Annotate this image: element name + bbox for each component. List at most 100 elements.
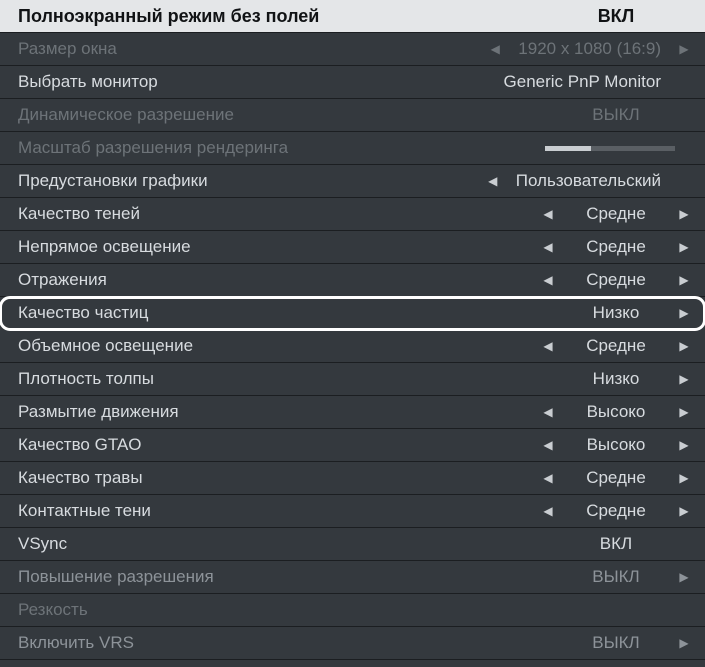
setting-value-area: ◀ Средне ▶ — [489, 237, 689, 257]
setting-value-area: ◀ Средне ▶ — [489, 468, 689, 488]
setting-label: Объемное освещение — [18, 336, 489, 356]
setting-label: Включить VRS — [18, 633, 489, 653]
setting-label: VSync — [18, 534, 489, 554]
setting-row-reflections[interactable]: Отражения ◀ Средне ▶ — [0, 264, 705, 297]
setting-row-crowd-density[interactable]: Плотность толпы◀Низко▶ — [0, 363, 705, 396]
chevron-left-icon[interactable]: ◀ — [543, 471, 553, 485]
chevron-left-icon[interactable]: ◀ — [490, 42, 500, 56]
setting-label: Масштаб разрешения рендеринга — [18, 138, 489, 158]
setting-value: ВЫКЛ — [571, 567, 661, 587]
setting-label: Качество GTAO — [18, 435, 489, 455]
setting-value: Высоко — [571, 402, 661, 422]
setting-value-area: ◀ Высоко ▶ — [489, 435, 689, 455]
setting-label: Плотность толпы — [18, 369, 489, 389]
chevron-right-icon[interactable]: ▶ — [679, 504, 689, 518]
setting-value: Низко — [571, 369, 661, 389]
setting-value-area: ◀ Средне ▶ — [489, 270, 689, 290]
setting-value-area: ◀Пользовательский▶ — [488, 171, 689, 191]
chevron-right-icon[interactable]: ▶ — [679, 240, 689, 254]
setting-value-area: ◀ Высоко ▶ — [489, 402, 689, 422]
setting-label: Контактные тени — [18, 501, 489, 521]
setting-label: Качество травы — [18, 468, 489, 488]
setting-value: 1920 x 1080 (16:9) — [518, 39, 661, 59]
setting-value-area: ◀ВЫКЛ▶ — [489, 633, 689, 653]
setting-value: ВКЛ — [571, 534, 661, 554]
setting-row-render-scale: Масштаб разрешения рендеринга — [0, 132, 705, 165]
setting-value-area: ◀ 1920 x 1080 (16:9) ▶ — [489, 39, 689, 59]
setting-value-area: ◀▶ — [489, 603, 689, 617]
setting-value: ВЫКЛ — [571, 105, 661, 125]
setting-value: Средне — [571, 336, 661, 356]
setting-row-borderless-fullscreen[interactable]: Полноэкранный режим без полей◀ВКЛ▶ — [0, 0, 705, 33]
chevron-right-icon[interactable]: ▶ — [679, 207, 689, 221]
setting-label: Полноэкранный режим без полей — [18, 6, 489, 27]
chevron-left-icon[interactable]: ◀ — [543, 207, 553, 221]
setting-label: Размытие движения — [18, 402, 489, 422]
setting-value-area: ◀ Средне ▶ — [489, 336, 689, 356]
setting-label: Размер окна — [18, 39, 489, 59]
setting-value: Средне — [571, 204, 661, 224]
setting-value: Высоко — [571, 435, 661, 455]
setting-row-volumetric-lighting[interactable]: Объемное освещение ◀ Средне ▶ — [0, 330, 705, 363]
setting-row-window-size: Размер окна◀ 1920 x 1080 (16:9) ▶ — [0, 33, 705, 66]
setting-row-upscaling[interactable]: Повышение разрешения◀ВЫКЛ▶ — [0, 561, 705, 594]
setting-value-area — [489, 146, 689, 151]
chevron-left-icon[interactable]: ◀ — [543, 240, 553, 254]
chevron-left-icon[interactable]: ◀ — [543, 273, 553, 287]
chevron-left-icon[interactable]: ◀ — [543, 405, 553, 419]
chevron-right-icon[interactable]: ▶ — [679, 471, 689, 485]
setting-value: Средне — [571, 270, 661, 290]
setting-row-gtao-quality[interactable]: Качество GTAO ◀ Высоко ▶ — [0, 429, 705, 462]
setting-row-select-monitor[interactable]: Выбрать монитор◀Generic PnP Monitor▶ — [0, 66, 705, 99]
setting-label: Непрямое освещение — [18, 237, 489, 257]
setting-value-area: ◀ВЫКЛ▶ — [489, 567, 689, 587]
setting-value: Пользовательский — [516, 171, 661, 191]
chevron-right-icon[interactable]: ▶ — [679, 339, 689, 353]
setting-value-area: ◀ВКЛ▶ — [489, 6, 689, 27]
chevron-right-icon[interactable]: ▶ — [679, 273, 689, 287]
setting-row-sharpness: Резкость◀▶ — [0, 594, 705, 627]
setting-value-area: ◀Низко▶ — [489, 369, 689, 389]
setting-label: Выбрать монитор — [18, 72, 476, 92]
setting-value-area: ◀ Средне ▶ — [489, 501, 689, 521]
chevron-right-icon[interactable]: ▶ — [679, 438, 689, 452]
setting-value-area: ◀Низко▶ — [489, 303, 689, 323]
setting-value: Generic PnP Monitor — [504, 72, 661, 92]
setting-row-dynamic-resolution: Динамическое разрешение◀ВЫКЛ▶ — [0, 99, 705, 132]
chevron-right-icon[interactable]: ▶ — [679, 636, 689, 650]
chevron-right-icon[interactable]: ▶ — [679, 570, 689, 584]
setting-value: Средне — [571, 501, 661, 521]
setting-value-area: ◀Generic PnP Monitor▶ — [476, 72, 689, 92]
setting-value: Низко — [571, 303, 661, 323]
setting-label: Резкость — [18, 600, 489, 620]
setting-value-area: ◀ Средне ▶ — [489, 204, 689, 224]
chevron-left-icon[interactable]: ◀ — [543, 504, 553, 518]
setting-row-vsync[interactable]: VSync◀ВКЛ▶ — [0, 528, 705, 561]
settings-list: Полноэкранный режим без полей◀ВКЛ▶Размер… — [0, 0, 705, 660]
setting-value: Средне — [571, 237, 661, 257]
slider-track — [545, 146, 675, 151]
setting-row-motion-blur[interactable]: Размытие движения ◀ Высоко ▶ — [0, 396, 705, 429]
setting-row-contact-shadows[interactable]: Контактные тени ◀ Средне ▶ — [0, 495, 705, 528]
chevron-right-icon[interactable]: ▶ — [679, 372, 689, 386]
setting-value: Средне — [571, 468, 661, 488]
chevron-right-icon[interactable]: ▶ — [679, 42, 689, 56]
setting-row-shadow-quality[interactable]: Качество теней◀Средне▶ — [0, 198, 705, 231]
chevron-right-icon[interactable]: ▶ — [679, 405, 689, 419]
setting-row-graphics-preset[interactable]: Предустановки графики◀Пользовательский▶ — [0, 165, 705, 198]
setting-value-area: ◀ВКЛ▶ — [489, 534, 689, 554]
chevron-right-icon[interactable]: ▶ — [679, 306, 689, 320]
setting-row-grass-quality[interactable]: Качество травы ◀ Средне ▶ — [0, 462, 705, 495]
setting-row-enable-vrs[interactable]: Включить VRS◀ВЫКЛ▶ — [0, 627, 705, 660]
chevron-left-icon[interactable]: ◀ — [543, 438, 553, 452]
chevron-left-icon[interactable]: ◀ — [488, 174, 498, 188]
slider-fill — [545, 146, 591, 151]
setting-value: ВЫКЛ — [571, 633, 661, 653]
setting-label: Отражения — [18, 270, 489, 290]
setting-row-particle-quality[interactable]: Качество частиц◀Низко▶ — [0, 297, 705, 330]
setting-label: Повышение разрешения — [18, 567, 489, 587]
setting-label: Динамическое разрешение — [18, 105, 489, 125]
chevron-left-icon[interactable]: ◀ — [543, 339, 553, 353]
setting-row-indirect-lighting[interactable]: Непрямое освещение ◀ Средне ▶ — [0, 231, 705, 264]
setting-label: Качество частиц — [18, 303, 489, 323]
